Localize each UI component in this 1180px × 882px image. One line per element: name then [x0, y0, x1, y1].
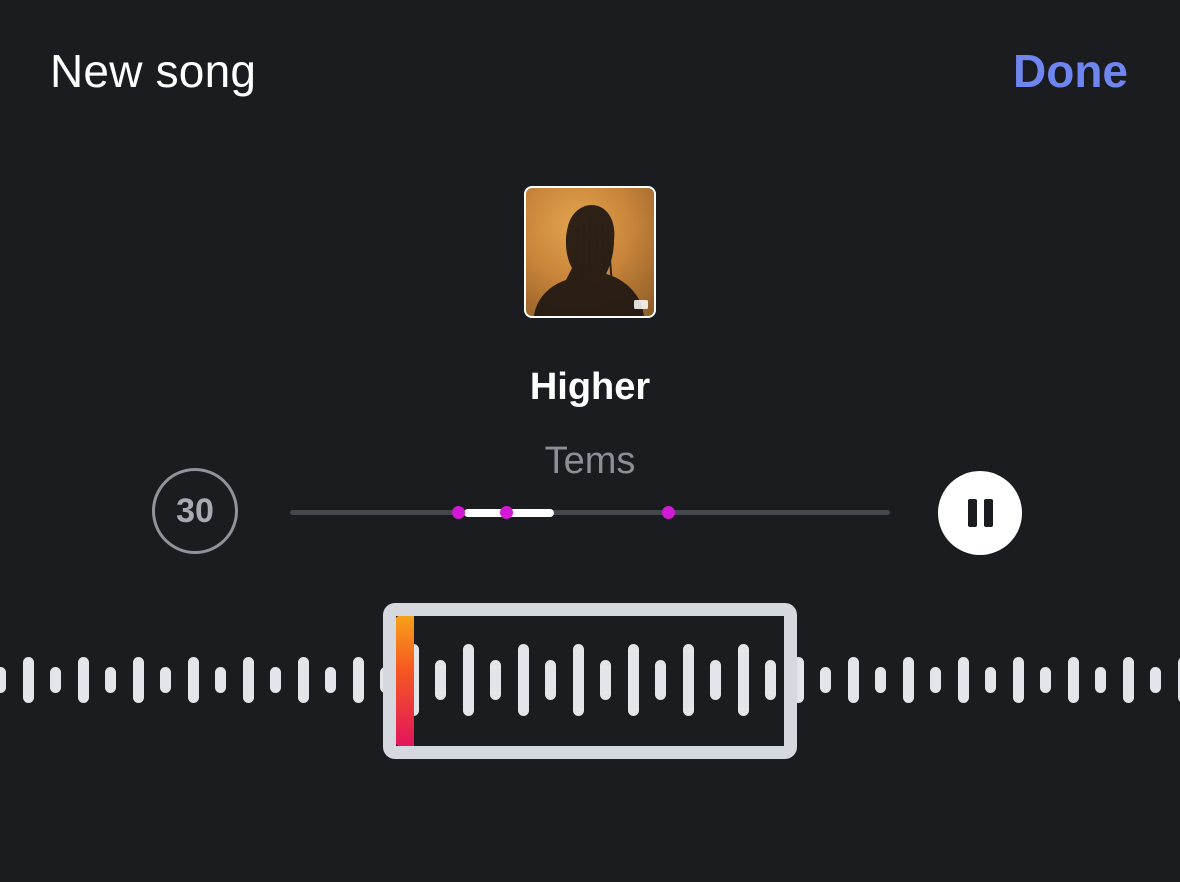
waveform-bar: [22, 657, 34, 703]
top-bar: New song Done: [0, 0, 1180, 150]
waveform-bar: [875, 667, 886, 693]
waveform-bar: [215, 667, 226, 693]
pause-icon-bar-left: [967, 499, 977, 527]
progress-marker: [499, 506, 513, 519]
waveform-bar: [930, 667, 941, 693]
waveform-bar: [985, 667, 996, 693]
waveform-bar: [325, 667, 336, 693]
waveform-bar: [1122, 657, 1134, 703]
waveform-bar: [1067, 657, 1079, 703]
waveform-bar: [847, 657, 859, 703]
waveform-bar: [77, 657, 89, 703]
pause-icon-bar-right: [983, 499, 993, 527]
pause-button[interactable]: [938, 471, 1022, 555]
waveform-bar: [270, 667, 281, 693]
waveform-bar: [105, 667, 116, 693]
progress-marker: [661, 506, 675, 519]
waveform-bar: [902, 657, 914, 703]
page-title: New song: [50, 45, 257, 97]
waveform-bar: [132, 657, 144, 703]
duration-button[interactable]: 30: [152, 468, 238, 554]
waveform-bar: [160, 667, 171, 693]
waveform-bar: [0, 667, 6, 693]
duration-label: 30: [176, 491, 214, 530]
progress-track[interactable]: [290, 506, 890, 519]
waveform-bar: [187, 657, 199, 703]
song-title: Higher: [529, 366, 651, 408]
waveform-bar: [1040, 667, 1051, 693]
waveform-bar: [352, 657, 364, 703]
waveform-bar: [820, 667, 831, 693]
waveform-bar: [1095, 667, 1106, 693]
clip-selection-frame[interactable]: [383, 603, 797, 759]
album-art-image: [534, 204, 648, 316]
progress-marker: [451, 506, 465, 519]
playhead: [396, 616, 414, 746]
done-button[interactable]: Done: [1013, 44, 1128, 98]
waveform-bar: [1150, 667, 1161, 693]
album-cover: [524, 186, 656, 318]
clip-selection-inner: [396, 616, 784, 746]
waveform-bar: [957, 657, 969, 703]
waveform-bar: [1012, 657, 1024, 703]
waveform-bar: [50, 667, 61, 693]
waveform-bar: [242, 657, 254, 703]
waveform-bar: [297, 657, 309, 703]
